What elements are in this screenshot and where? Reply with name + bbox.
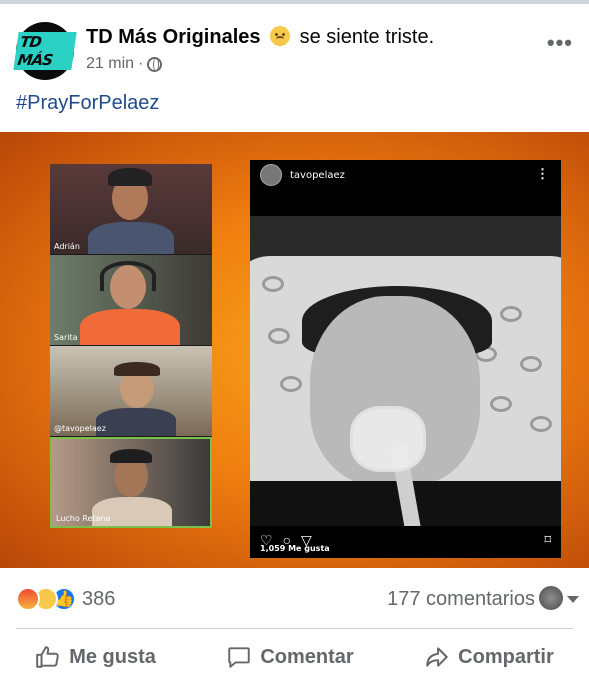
share-arrow-icon bbox=[426, 647, 448, 667]
instagram-avatar bbox=[260, 164, 282, 186]
like-button[interactable]: Me gusta bbox=[35, 644, 156, 670]
globe-icon bbox=[147, 56, 163, 72]
post-image[interactable]: Adrián Sarita @tavopelaez Lucho Retana t… bbox=[0, 132, 589, 568]
participant-name: Adrián bbox=[54, 242, 80, 251]
instagram-username: tavopelaez bbox=[290, 169, 345, 181]
page-logo: TD MÁS bbox=[13, 32, 77, 70]
post-meta: 21 min · bbox=[86, 55, 163, 73]
call-tile: Sarita bbox=[50, 255, 212, 345]
angry-icon bbox=[16, 587, 40, 611]
action-divider bbox=[16, 628, 573, 629]
bookmark-icon: ⌑ bbox=[544, 532, 551, 547]
instagram-post-screenshot: tavopelaez ⋮ ♡ ○ ▽ ⌑ 1,059 Me gusta bbox=[250, 160, 561, 558]
feeling-text: se siente triste. bbox=[299, 26, 435, 48]
post-header: TD Más Originales se siente triste. bbox=[86, 26, 434, 49]
call-tile: @tavopelaez bbox=[50, 346, 212, 436]
meta-separator: · bbox=[138, 55, 144, 72]
reaction-summary[interactable]: 386 bbox=[16, 587, 115, 611]
participant-name: Sarita bbox=[54, 333, 78, 342]
page-avatar[interactable]: TD MÁS bbox=[13, 22, 77, 80]
instagram-header: tavopelaez bbox=[250, 160, 561, 190]
thumbs-up-icon bbox=[36, 646, 59, 668]
participant-name: Lucho Retana bbox=[56, 514, 111, 523]
like-label: Me gusta bbox=[69, 645, 156, 668]
post-time[interactable]: 21 min bbox=[86, 55, 134, 73]
hospital-photo bbox=[250, 216, 561, 526]
top-divider bbox=[0, 0, 589, 4]
page-name[interactable]: TD Más Originales bbox=[86, 26, 261, 48]
reaction-count: 386 bbox=[82, 587, 116, 610]
comment-count[interactable]: 177 comentarios bbox=[387, 588, 535, 611]
participant-name: @tavopelaez bbox=[54, 424, 106, 433]
instagram-more-icon: ⋮ bbox=[536, 166, 549, 181]
call-tile: Adrián bbox=[50, 164, 212, 254]
action-bar: Me gusta Comentar Compartir bbox=[0, 644, 589, 670]
sad-emoji-icon bbox=[270, 26, 291, 46]
instagram-likes: 1,059 Me gusta bbox=[260, 544, 330, 553]
comment-icon bbox=[228, 647, 251, 668]
comment-label: Comentar bbox=[260, 645, 354, 668]
video-call-grid: Adrián Sarita @tavopelaez Lucho Retana bbox=[50, 164, 212, 528]
chevron-down-icon[interactable] bbox=[567, 596, 579, 603]
call-tile-active: Lucho Retana bbox=[50, 437, 212, 528]
more-options-icon[interactable]: ••• bbox=[547, 30, 573, 56]
viewer-avatar[interactable] bbox=[539, 586, 563, 610]
comment-button[interactable]: Comentar bbox=[226, 644, 354, 670]
share-label: Compartir bbox=[458, 645, 554, 668]
share-button[interactable]: Compartir bbox=[424, 644, 554, 670]
hashtag-link[interactable]: #PrayForPelaez bbox=[16, 92, 159, 115]
